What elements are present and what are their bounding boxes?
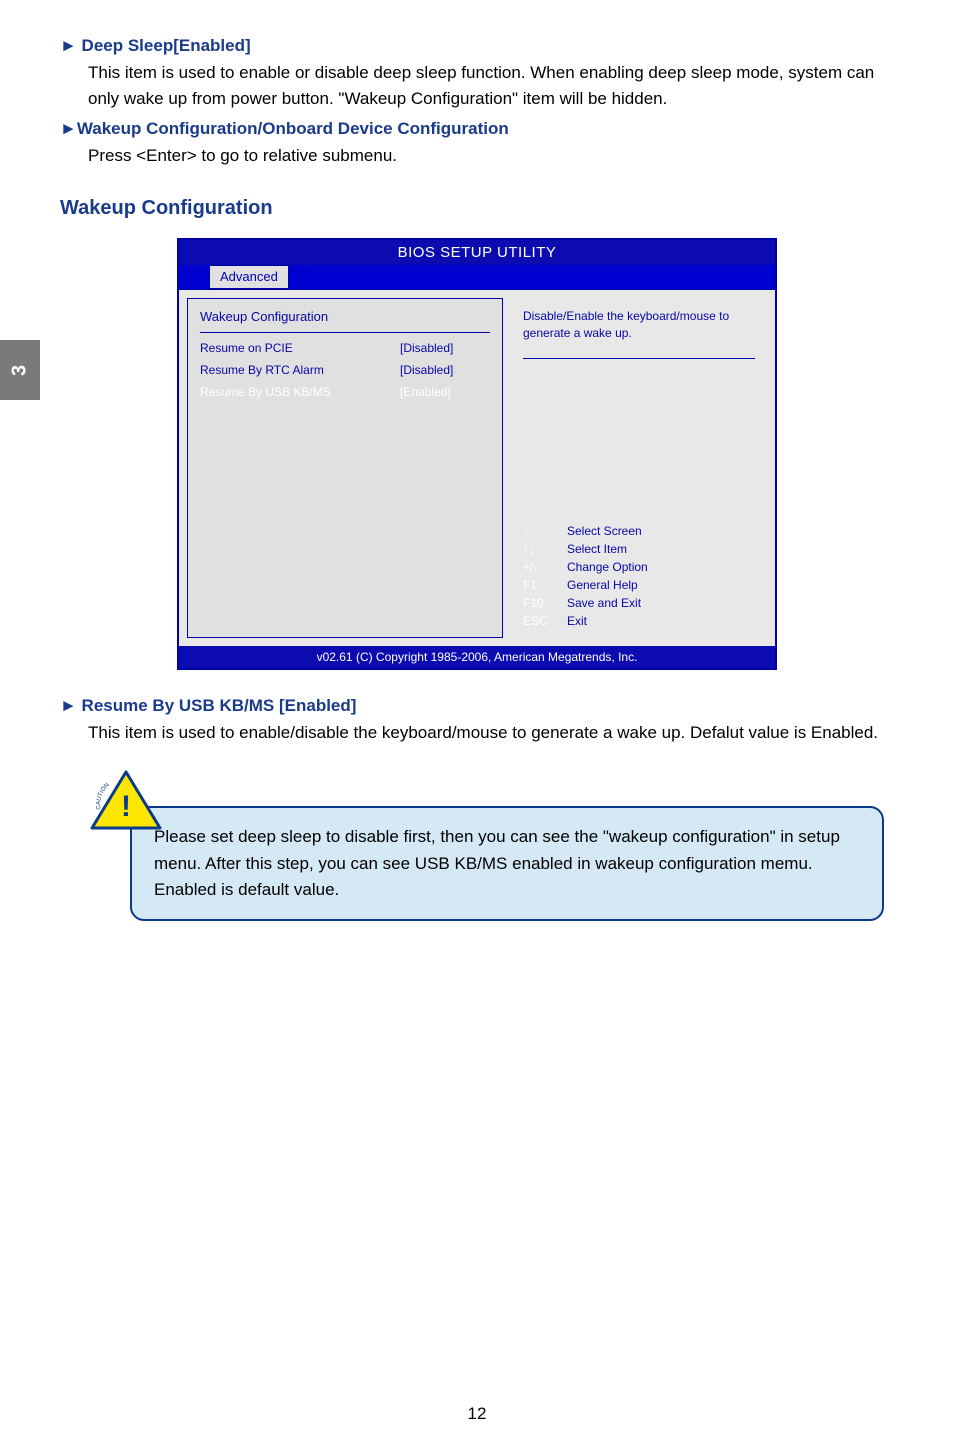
bios-key-row: F10Save and Exit bbox=[523, 596, 755, 610]
bios-footer: v02.61 (C) Copyright 1985-2006, American… bbox=[179, 646, 775, 668]
bios-title: BIOS SETUP UTILITY bbox=[179, 240, 775, 265]
caution-icon: ! CAUTION bbox=[90, 770, 162, 832]
body-resume-usb: This item is used to enable/disable the … bbox=[88, 720, 894, 746]
bios-row-pcie[interactable]: Resume on PCIE [Disabled] bbox=[200, 341, 490, 355]
bios-key-row: +/-Change Option bbox=[523, 560, 755, 574]
bios-key-legend: ←Select Screen ↑↓Select Item +/-Change O… bbox=[523, 520, 755, 628]
bios-row-rtc[interactable]: Resume By RTC Alarm [Disabled] bbox=[200, 363, 490, 377]
side-chapter-tab: 3 bbox=[0, 340, 40, 400]
bios-row-value: [Enabled] bbox=[400, 385, 490, 399]
bios-row-value: [Disabled] bbox=[400, 341, 490, 355]
bios-key: F1 bbox=[523, 578, 567, 592]
bios-row-label: Resume on PCIE bbox=[200, 341, 400, 355]
bios-key: ← bbox=[523, 524, 567, 538]
bios-key-desc: Exit bbox=[567, 614, 587, 628]
bios-row-usb-selected[interactable]: Resume By USB KB/MS [Enabled] bbox=[200, 385, 490, 399]
bios-key-desc: Save and Exit bbox=[567, 596, 641, 610]
bios-key-row: ←Select Screen bbox=[523, 524, 755, 538]
bios-key-desc: Select Item bbox=[567, 542, 627, 556]
bios-key: ESC bbox=[523, 614, 567, 628]
bios-key-desc: Change Option bbox=[567, 560, 648, 574]
bios-left-panel: Wakeup Configuration Resume on PCIE [Dis… bbox=[187, 298, 503, 638]
bios-row-value: [Disabled] bbox=[400, 363, 490, 377]
bios-key-row: F1General Help bbox=[523, 578, 755, 592]
bios-right-panel: Disable/Enable the keyboard/mouse to gen… bbox=[511, 298, 767, 638]
bios-help-text: Disable/Enable the keyboard/mouse to gen… bbox=[523, 308, 755, 359]
bios-key-row: ESCExit bbox=[523, 614, 755, 628]
bios-key: +/- bbox=[523, 560, 567, 574]
bios-row-label: Resume By USB KB/MS bbox=[200, 385, 400, 399]
section-title-wakeup: Wakeup Configuration bbox=[60, 197, 894, 220]
bios-tab-bar: Advanced bbox=[179, 265, 775, 289]
caution-block: ! CAUTION Please set deep sleep to disab… bbox=[90, 806, 884, 921]
heading-wakeup-onboard: ►Wakeup Configuration/Onboard Device Con… bbox=[60, 119, 894, 139]
bios-key-desc: Select Screen bbox=[567, 524, 642, 538]
heading-deep-sleep: ► Deep Sleep[Enabled] bbox=[60, 36, 894, 56]
bios-key-desc: General Help bbox=[567, 578, 638, 592]
page-number: 12 bbox=[0, 1404, 954, 1424]
svg-text:!: ! bbox=[121, 790, 131, 823]
page-content: ► Deep Sleep[Enabled] This item is used … bbox=[0, 0, 954, 921]
heading-resume-usb: ► Resume By USB KB/MS [Enabled] bbox=[60, 696, 894, 716]
bios-tab-advanced[interactable]: Advanced bbox=[209, 265, 289, 289]
bios-panel-title: Wakeup Configuration bbox=[200, 309, 490, 333]
bios-row-label: Resume By RTC Alarm bbox=[200, 363, 400, 377]
caution-text: Please set deep sleep to disable first, … bbox=[130, 806, 884, 921]
bios-key: ↑↓ bbox=[523, 542, 567, 556]
bios-key-row: ↑↓Select Item bbox=[523, 542, 755, 556]
bios-key: F10 bbox=[523, 596, 567, 610]
bios-window: BIOS SETUP UTILITY Advanced Wakeup Confi… bbox=[177, 238, 777, 670]
body-wakeup-onboard: Press <Enter> to go to relative submenu. bbox=[88, 143, 894, 169]
bios-body: Wakeup Configuration Resume on PCIE [Dis… bbox=[179, 289, 775, 646]
body-deep-sleep: This item is used to enable or disable d… bbox=[88, 60, 894, 113]
